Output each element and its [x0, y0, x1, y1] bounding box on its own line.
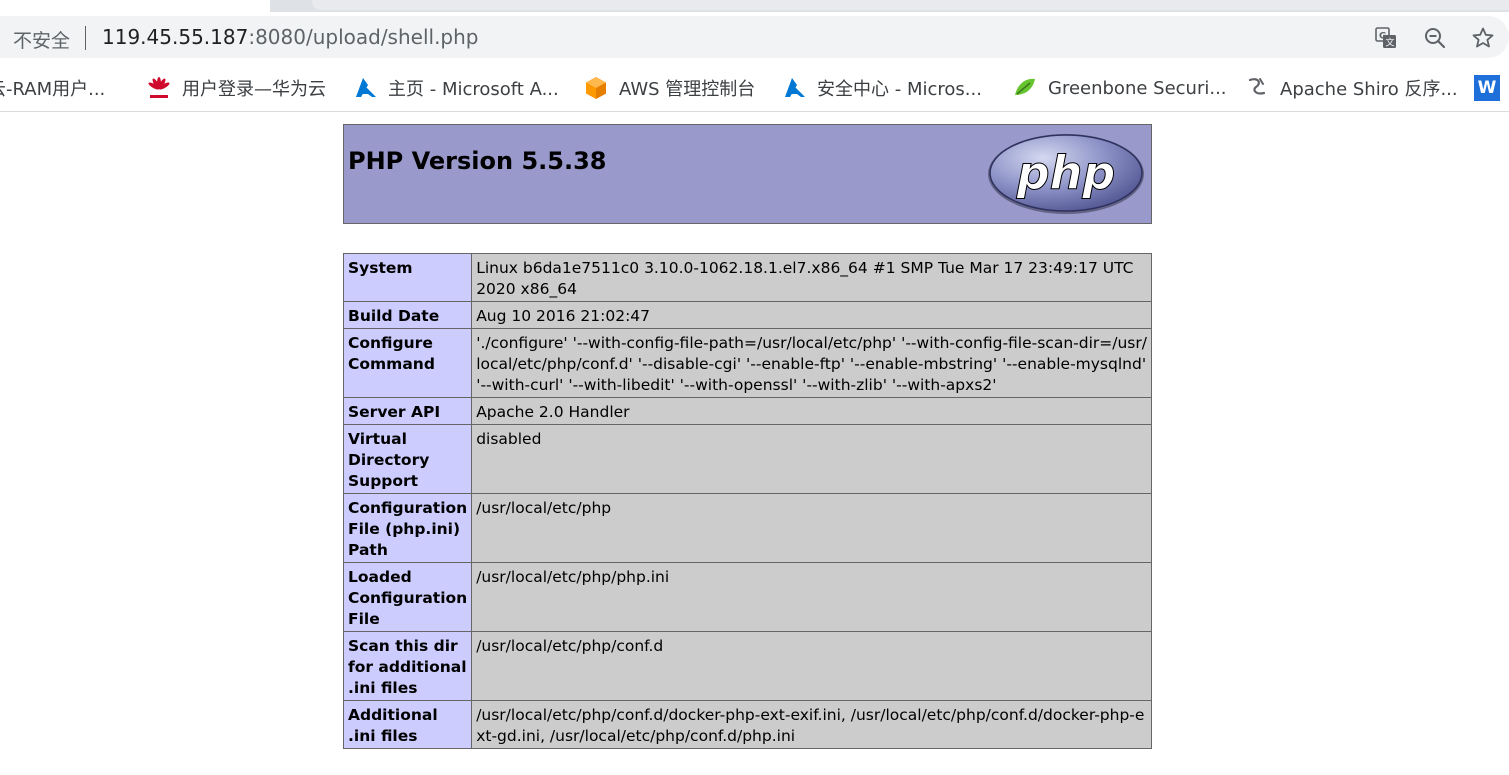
php-logo-icon[interactable]: php [986, 131, 1146, 221]
tab-strip [0, 0, 1509, 12]
bookmark-label: 云-RAM用户... [0, 79, 106, 100]
row-key: Loaded Configuration File [342, 562, 473, 632]
row-key: Additional .ini files [342, 700, 473, 749]
row-key: Virtual Directory Support [342, 424, 473, 494]
security-indicator[interactable]: 不安全 [13, 26, 70, 53]
row-key: Configure Command [342, 328, 473, 398]
bookmark-label: Apache Shiro 反序... [1280, 79, 1458, 100]
bookmark-label: 用户登录—华为云 [182, 79, 326, 100]
row-value: /usr/local/etc/php/conf.d [471, 631, 1152, 701]
aws-icon [583, 75, 609, 101]
bookmark-aliyun-ram[interactable]: 云-RAM用户... [0, 74, 105, 102]
row-value: /usr/local/etc/php [471, 493, 1152, 563]
url-path: :8080/upload/shell.php [248, 25, 479, 49]
bookmark-azure-security[interactable]: 安全中心 - Micros... [781, 74, 982, 102]
table-row: System Linux b6da1e7511c0 3.10.0-1062.18… [342, 253, 1152, 302]
row-value: './configure' '--with-config-file-path=/… [471, 328, 1152, 398]
row-value: /usr/local/etc/php/php.ini [471, 562, 1152, 632]
bookmark-microsoft-azure[interactable]: 主页 - Microsoft A... [352, 74, 559, 102]
huawei-icon [146, 75, 172, 101]
bookmark-greenbone[interactable]: Greenbone Securi... [1012, 74, 1227, 102]
row-key: Server API [342, 397, 473, 425]
table-row: Build Date Aug 10 2016 21:02:47 [342, 301, 1152, 329]
shiro-icon [1244, 75, 1270, 101]
bookmark-star-icon[interactable] [1469, 24, 1497, 52]
row-value: Apache 2.0 Handler [471, 397, 1152, 425]
inactive-tab[interactable] [312, 0, 1509, 10]
row-key: System [342, 253, 473, 302]
bookmark-label: AWS 管理控制台 [619, 79, 756, 100]
bookmark-apache-shiro[interactable]: Apache Shiro 反序... [1244, 74, 1458, 102]
row-key: Scan this dir for additional .ini files [342, 631, 473, 701]
svg-text:php: php [1016, 146, 1116, 200]
phpinfo-header: PHP Version 5.5.38 php [343, 124, 1152, 224]
table-row: Virtual Directory Support disabled [342, 424, 1152, 494]
active-tab[interactable] [0, 0, 270, 12]
bookmark-w[interactable]: W [1474, 74, 1500, 102]
omnibox-separator [85, 26, 86, 50]
bookmark-huawei[interactable]: 用户登录—华为云 [146, 74, 326, 102]
row-value: Linux b6da1e7511c0 3.10.0-1062.18.1.el7.… [471, 253, 1152, 302]
table-row: Server API Apache 2.0 Handler [342, 397, 1152, 425]
table-row: Configure Command './configure' '--with-… [342, 328, 1152, 398]
bookmark-label: 安全中心 - Micros... [817, 79, 982, 100]
zoom-icon[interactable] [1421, 24, 1449, 52]
phpinfo-table: System Linux b6da1e7511c0 3.10.0-1062.18… [342, 253, 1152, 749]
bookmark-aws[interactable]: AWS 管理控制台 [583, 74, 755, 102]
php-version-title: PHP Version 5.5.38 [348, 147, 607, 175]
greenbone-icon [1012, 75, 1038, 101]
bookmarks-bar: 云-RAM用户... 用户登录—华为云 主页 - Micro [0, 64, 1509, 112]
page-content: PHP Version 5.5.38 php System Linux b6da… [0, 113, 1509, 775]
row-value: Aug 10 2016 21:02:47 [471, 301, 1152, 329]
row-key: Build Date [342, 301, 473, 329]
svg-text:文: 文 [1386, 37, 1395, 49]
translate-icon[interactable]: G 文 [1372, 24, 1400, 52]
table-row: Configuration File (php.ini) Path /usr/l… [342, 493, 1152, 563]
bookmark-label: Greenbone Securi... [1048, 77, 1227, 99]
table-row: Loaded Configuration File /usr/local/etc… [342, 562, 1152, 632]
azure-icon [352, 75, 378, 101]
url-host: 119.45.55.187 [102, 25, 249, 49]
url-text[interactable]: 119.45.55.187:8080/upload/shell.php [102, 25, 479, 49]
row-value: /usr/local/etc/php/conf.d/docker-php-ext… [471, 700, 1152, 749]
bookmark-label: 主页 - Microsoft A... [388, 79, 559, 100]
browser-toolbar: 不安全 119.45.55.187:8080/upload/shell.php … [0, 12, 1509, 64]
row-value: disabled [471, 424, 1152, 494]
azure-icon [781, 75, 807, 101]
table-row: Additional .ini files /usr/local/etc/php… [342, 700, 1152, 749]
table-row: Scan this dir for additional .ini files … [342, 631, 1152, 701]
w-icon: W [1474, 75, 1500, 101]
row-key: Configuration File (php.ini) Path [342, 493, 473, 563]
